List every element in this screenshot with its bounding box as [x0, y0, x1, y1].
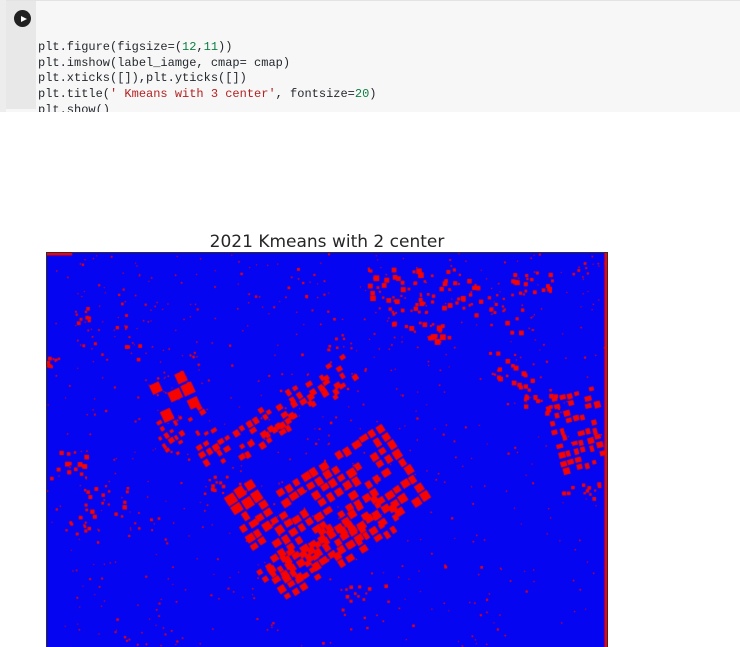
plot-title: 2021 Kmeans with 2 center: [209, 232, 445, 252]
play-icon: [20, 15, 27, 22]
cell-output-area: 2021 Kmeans with 2 center: [0, 112, 740, 647]
kmeans-result-image: [47, 253, 607, 647]
code-lines: plt.figure(figsize=(12,11)) plt.imshow(la…: [38, 40, 377, 117]
run-cell-button[interactable]: [14, 10, 31, 27]
notebook-code-cell: plt.figure(figsize=(12,11)) plt.imshow(la…: [6, 0, 740, 117]
plot-image-frame: [46, 252, 608, 647]
cell-gutter: [6, 1, 36, 109]
